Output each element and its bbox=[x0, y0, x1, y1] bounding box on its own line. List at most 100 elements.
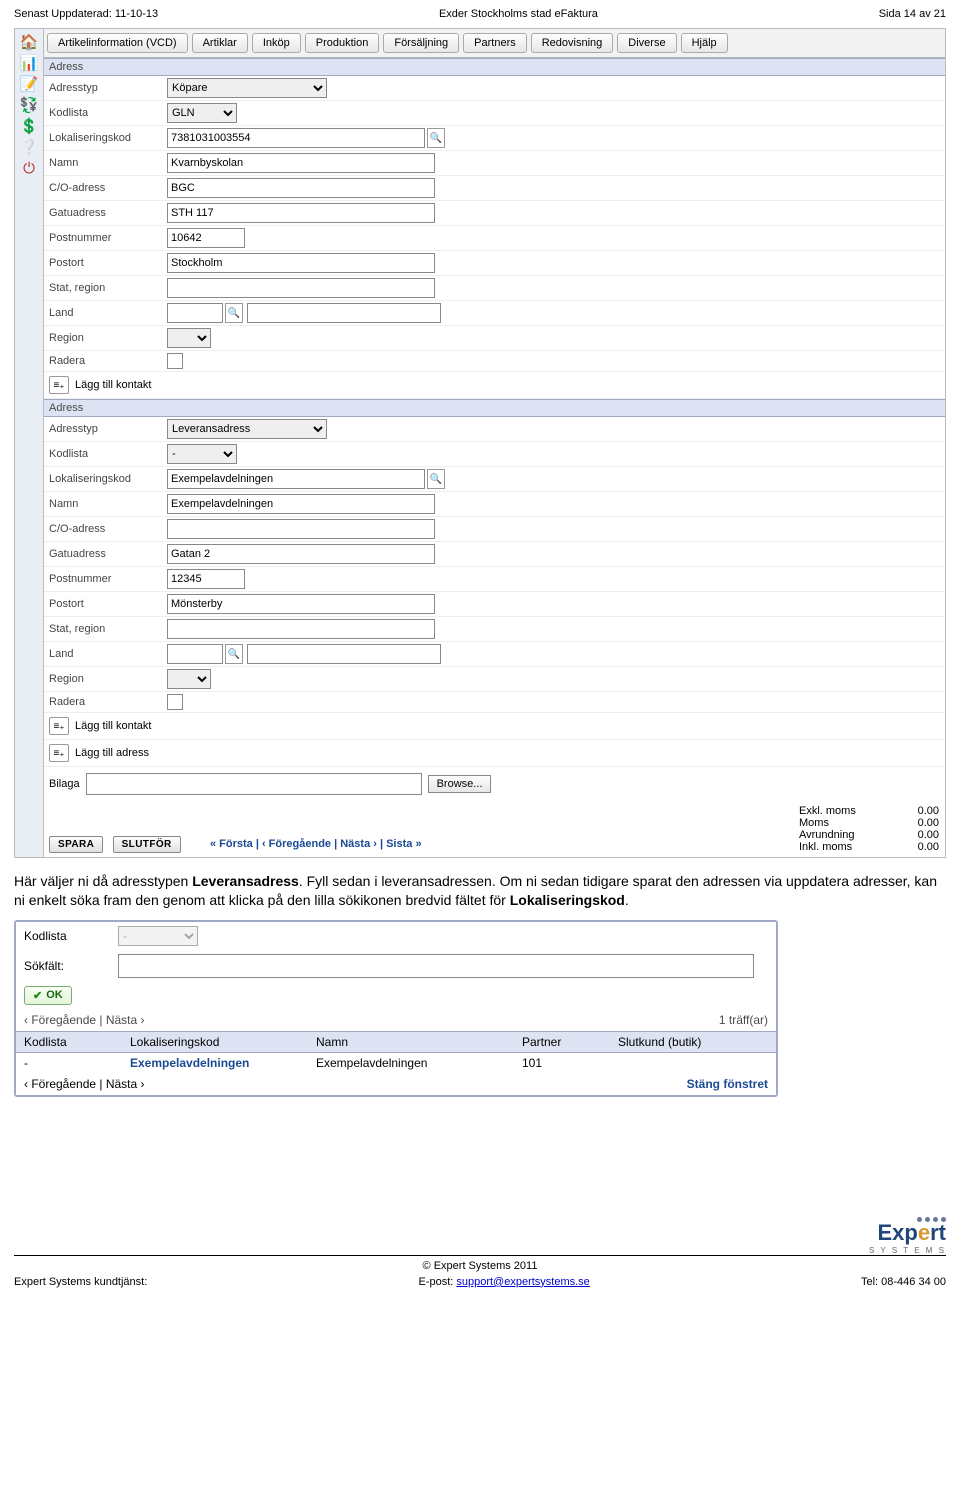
lbl2-land: Land bbox=[49, 648, 167, 660]
addr2-adresstyp[interactable]: Leveransadress bbox=[167, 419, 327, 439]
tab-artiklar[interactable]: Artiklar bbox=[192, 33, 248, 53]
sw-columns: Kodlista Lokaliseringskod Namn Partner S… bbox=[16, 1031, 776, 1053]
lbl-postnr: Postnummer bbox=[49, 232, 167, 244]
tab-partners[interactable]: Partners bbox=[463, 33, 527, 53]
addr2-region[interactable] bbox=[167, 669, 211, 689]
tab-forsaljning[interactable]: Försäljning bbox=[383, 33, 459, 53]
tab-diverse[interactable]: Diverse bbox=[617, 33, 676, 53]
addr1-postnr[interactable] bbox=[167, 228, 245, 248]
addr1-land[interactable] bbox=[167, 303, 223, 323]
section-address-1: Adress bbox=[43, 58, 945, 76]
addr1-postort[interactable] bbox=[167, 253, 435, 273]
addr1-lokkod[interactable] bbox=[167, 128, 425, 148]
lbl-stat: Stat, region bbox=[49, 282, 167, 294]
dollar-icon[interactable]: 💲 bbox=[20, 119, 39, 134]
addr1-delete-checkbox[interactable] bbox=[167, 353, 183, 369]
money-icon[interactable]: 💱 bbox=[20, 98, 39, 113]
app-window: 🏠 📊 📝 💱 💲 ❔ ⏻ Artikelinformation (VCD) A… bbox=[14, 28, 946, 858]
addr1-adresstyp[interactable]: Köpare bbox=[167, 78, 327, 98]
add-contact-icon[interactable]: ≡₊ bbox=[49, 376, 69, 394]
tab-inkop[interactable]: Inköp bbox=[252, 33, 301, 53]
addr1-land-search-icon[interactable]: 🔍 bbox=[225, 303, 243, 323]
addr2-land[interactable] bbox=[167, 644, 223, 664]
lbl2-lokkod: Lokaliseringskod bbox=[49, 473, 167, 485]
lbl-region: Region bbox=[49, 332, 167, 344]
sw-ok-button[interactable]: ✔OK bbox=[24, 986, 72, 1005]
addr1-region[interactable] bbox=[167, 328, 211, 348]
lbl2-co: C/O-adress bbox=[49, 523, 167, 535]
sw-close[interactable]: Stäng fönstret bbox=[687, 1077, 768, 1091]
addr2-stat[interactable] bbox=[167, 619, 435, 639]
addr1-stat[interactable] bbox=[167, 278, 435, 298]
lbl-gatu: Gatuadress bbox=[49, 207, 167, 219]
footer-right: Tel: 08-446 34 00 bbox=[861, 1276, 946, 1288]
lbl2-adresstyp: Adresstyp bbox=[49, 423, 167, 435]
addr2-land-search-icon[interactable]: 🔍 bbox=[225, 644, 243, 664]
tab-redovisning[interactable]: Redovisning bbox=[531, 33, 614, 53]
lbl-radera: Radera bbox=[49, 355, 167, 367]
addr2-delete-checkbox[interactable] bbox=[167, 694, 183, 710]
addr1-namn[interactable] bbox=[167, 153, 435, 173]
totals: Exkl. moms0.00 Moms0.00 Avrundning0.00 I… bbox=[799, 805, 939, 853]
footer-mid: E-post: support@expertsystems.se bbox=[418, 1276, 589, 1288]
footer-email-link[interactable]: support@expertsystems.se bbox=[456, 1276, 589, 1288]
lbl-namn: Namn bbox=[49, 157, 167, 169]
add-contact-1[interactable]: Lägg till kontakt bbox=[75, 379, 151, 391]
lbl-land: Land bbox=[49, 307, 167, 319]
record-pager[interactable]: « Första | ‹ Föregående | Nästa › | Sist… bbox=[210, 838, 422, 850]
addr2-land-name[interactable] bbox=[247, 644, 441, 664]
header-title: Exder Stockholms stad eFaktura bbox=[439, 8, 598, 20]
addr1-gatu[interactable] bbox=[167, 203, 435, 223]
footer-copyright: © Expert Systems 2011 bbox=[14, 1260, 946, 1272]
sw-pager-top[interactable]: ‹ Föregående | Nästa › bbox=[24, 1013, 145, 1027]
check-icon: ✔ bbox=[33, 989, 42, 1002]
complete-button[interactable]: SLUTFÖR bbox=[113, 836, 181, 853]
bilaga-label: Bilaga bbox=[49, 778, 80, 790]
lbl-adresstyp: Adresstyp bbox=[49, 82, 167, 94]
sw-hits: 1 träff(ar) bbox=[719, 1013, 768, 1027]
addr2-postnr[interactable] bbox=[167, 569, 245, 589]
sw-pager-bottom[interactable]: ‹ Föregående | Nästa › bbox=[24, 1077, 145, 1091]
note-icon[interactable]: 📝 bbox=[20, 77, 39, 92]
bilaga-path[interactable] bbox=[86, 773, 422, 795]
addr2-gatu[interactable] bbox=[167, 544, 435, 564]
tab-hjalp[interactable]: Hjälp bbox=[681, 33, 728, 53]
addr1-kodlista[interactable]: GLN bbox=[167, 103, 237, 123]
header-updated: Senast Uppdaterad: 11-10-13 bbox=[14, 8, 158, 20]
add-contact-icon-2[interactable]: ≡₊ bbox=[49, 717, 69, 735]
sw-sokfalt[interactable] bbox=[118, 954, 754, 978]
lbl2-postnr: Postnummer bbox=[49, 573, 167, 585]
browse-button[interactable]: Browse... bbox=[428, 775, 492, 793]
sw-result-row[interactable]: - Exempelavdelningen Exempelavdelningen … bbox=[16, 1053, 776, 1073]
power-icon[interactable]: ⏻ bbox=[23, 161, 35, 176]
sw-kodlista-lbl: Kodlista bbox=[24, 929, 112, 943]
addr1-lokkod-search-icon[interactable]: 🔍 bbox=[427, 128, 445, 148]
addr2-namn[interactable] bbox=[167, 494, 435, 514]
add-address[interactable]: Lägg till adress bbox=[75, 747, 149, 759]
save-button[interactable]: SPARA bbox=[49, 836, 103, 853]
addr1-land-name[interactable] bbox=[247, 303, 441, 323]
lbl2-postort: Postort bbox=[49, 598, 167, 610]
lbl-lokkod: Lokaliseringskod bbox=[49, 132, 167, 144]
lbl2-namn: Namn bbox=[49, 498, 167, 510]
tab-vcd[interactable]: Artikelinformation (VCD) bbox=[47, 33, 188, 53]
search-window: Kodlista- Sökfält: ✔OK ‹ Föregående | Nä… bbox=[14, 920, 778, 1097]
tab-produktion[interactable]: Produktion bbox=[305, 33, 380, 53]
add-contact-2[interactable]: Lägg till kontakt bbox=[75, 720, 151, 732]
addr2-kodlista[interactable]: - bbox=[167, 444, 237, 464]
add-address-icon[interactable]: ≡₊ bbox=[49, 744, 69, 762]
addr2-postort[interactable] bbox=[167, 594, 435, 614]
addr2-co[interactable] bbox=[167, 519, 435, 539]
lbl2-radera: Radera bbox=[49, 696, 167, 708]
addr2-lokkod[interactable] bbox=[167, 469, 425, 489]
sw-kodlista[interactable]: - bbox=[118, 926, 198, 946]
expert-logo: Expert S Y S T E M S bbox=[869, 1217, 946, 1255]
home-icon[interactable]: 🏠 bbox=[20, 35, 39, 50]
help-icon[interactable]: ❔ bbox=[20, 140, 39, 155]
addr2-lokkod-search-icon[interactable]: 🔍 bbox=[427, 469, 445, 489]
chart-icon[interactable]: 📊 bbox=[20, 56, 39, 71]
addr1-co[interactable] bbox=[167, 178, 435, 198]
section-address-2: Adress bbox=[43, 399, 945, 417]
top-menu: Artikelinformation (VCD) Artiklar Inköp … bbox=[43, 29, 945, 58]
footer-left: Expert Systems kundtjänst: bbox=[14, 1276, 147, 1288]
